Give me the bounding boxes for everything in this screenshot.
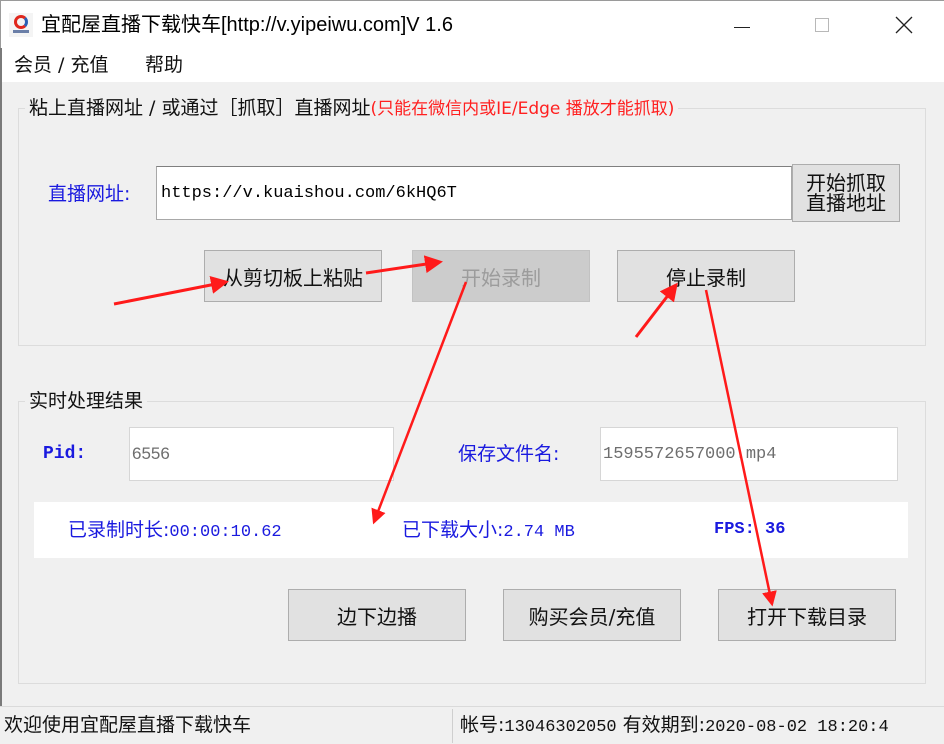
capture-legend-note: (只能在微信内或IE/Edge 播放才能抓取) bbox=[370, 99, 675, 119]
recorded-duration: 已录制时长:00:00:10.62 bbox=[68, 518, 282, 545]
start-recording-button[interactable]: 开始录制 bbox=[412, 250, 590, 302]
play-while-downloading-button[interactable]: 边下边播 bbox=[288, 589, 466, 641]
account-value: 13046302050 bbox=[504, 718, 617, 737]
stats-panel: 已录制时长:00:00:10.62 已下载大小:2.74 MB FPS: 36 bbox=[34, 502, 908, 558]
size-label: 已下载大小: bbox=[402, 519, 504, 541]
menu-help[interactable]: 帮助 bbox=[145, 52, 183, 78]
filename-field[interactable] bbox=[600, 427, 898, 481]
result-group-legend: 实时处理结果 bbox=[29, 390, 144, 412]
stop-recording-button[interactable]: 停止录制 bbox=[617, 250, 795, 302]
status-welcome: 欢迎使用宜配屋直播下载快车 bbox=[4, 714, 252, 736]
fps-value: 36 bbox=[765, 520, 786, 539]
open-download-folder-button[interactable]: 打开下载目录 bbox=[718, 589, 896, 641]
menu-bar: 会员 / 充值 帮助 bbox=[0, 48, 944, 82]
window-title: 宜配屋直播下载快车[http://v.yipeiwu.com]V 1.6 bbox=[41, 14, 453, 36]
maximize-icon bbox=[815, 18, 829, 32]
menu-membership[interactable]: 会员 / 充值 bbox=[14, 52, 108, 78]
downloaded-size: 已下载大小:2.74 MB bbox=[402, 518, 575, 545]
pid-field[interactable] bbox=[129, 427, 394, 481]
duration-value: 00:00:10.62 bbox=[169, 523, 282, 542]
window-border bbox=[0, 48, 2, 708]
capture-legend-text: 粘上直播网址 / 或通过［抓取］直播网址 bbox=[29, 97, 371, 119]
close-icon bbox=[895, 16, 913, 34]
capture-group: 粘上直播网址 / 或通过［抓取］直播网址(只能在微信内或IE/Edge 播放才能… bbox=[18, 96, 926, 346]
filename-label: 保存文件名: bbox=[458, 443, 560, 465]
status-divider bbox=[452, 709, 453, 743]
duration-label: 已录制时长: bbox=[68, 519, 170, 541]
grab-url-button[interactable]: 开始抓取 直播地址 bbox=[792, 164, 900, 222]
pid-label: Pid: bbox=[43, 444, 87, 464]
expiry-label: 有效期到: bbox=[622, 714, 706, 736]
fps-label: FPS: bbox=[714, 520, 755, 539]
maximize-button[interactable] bbox=[799, 1, 845, 49]
grab-url-button-line1: 开始抓取 bbox=[806, 171, 886, 195]
minimize-button[interactable] bbox=[719, 1, 765, 49]
status-account: 帐号:13046302050 有效期到:2020-08-02 18:20:4 bbox=[460, 713, 889, 740]
close-button[interactable] bbox=[881, 1, 927, 49]
url-label: 直播网址: bbox=[48, 183, 131, 205]
title-bar: 宜配屋直播下载快车[http://v.yipeiwu.com]V 1.6 bbox=[0, 0, 944, 48]
expiry-value: 2020-08-02 18:20:4 bbox=[705, 718, 889, 737]
minimize-icon bbox=[734, 26, 750, 28]
app-logo-icon bbox=[9, 13, 33, 37]
url-input[interactable] bbox=[156, 166, 792, 220]
size-value: 2.74 MB bbox=[503, 523, 575, 542]
fps-readout: FPS: 36 bbox=[714, 518, 785, 542]
capture-group-legend: 粘上直播网址 / 或通过［抓取］直播网址(只能在微信内或IE/Edge 播放才能… bbox=[25, 96, 678, 121]
buy-membership-button[interactable]: 购买会员/充值 bbox=[503, 589, 681, 641]
grab-url-button-line2: 直播地址 bbox=[806, 191, 886, 215]
account-label: 帐号: bbox=[460, 714, 505, 736]
paste-from-clipboard-button[interactable]: 从剪切板上粘贴 bbox=[204, 250, 382, 302]
status-bar: 欢迎使用宜配屋直播下载快车 帐号:13046302050 有效期到:2020-0… bbox=[0, 706, 944, 744]
